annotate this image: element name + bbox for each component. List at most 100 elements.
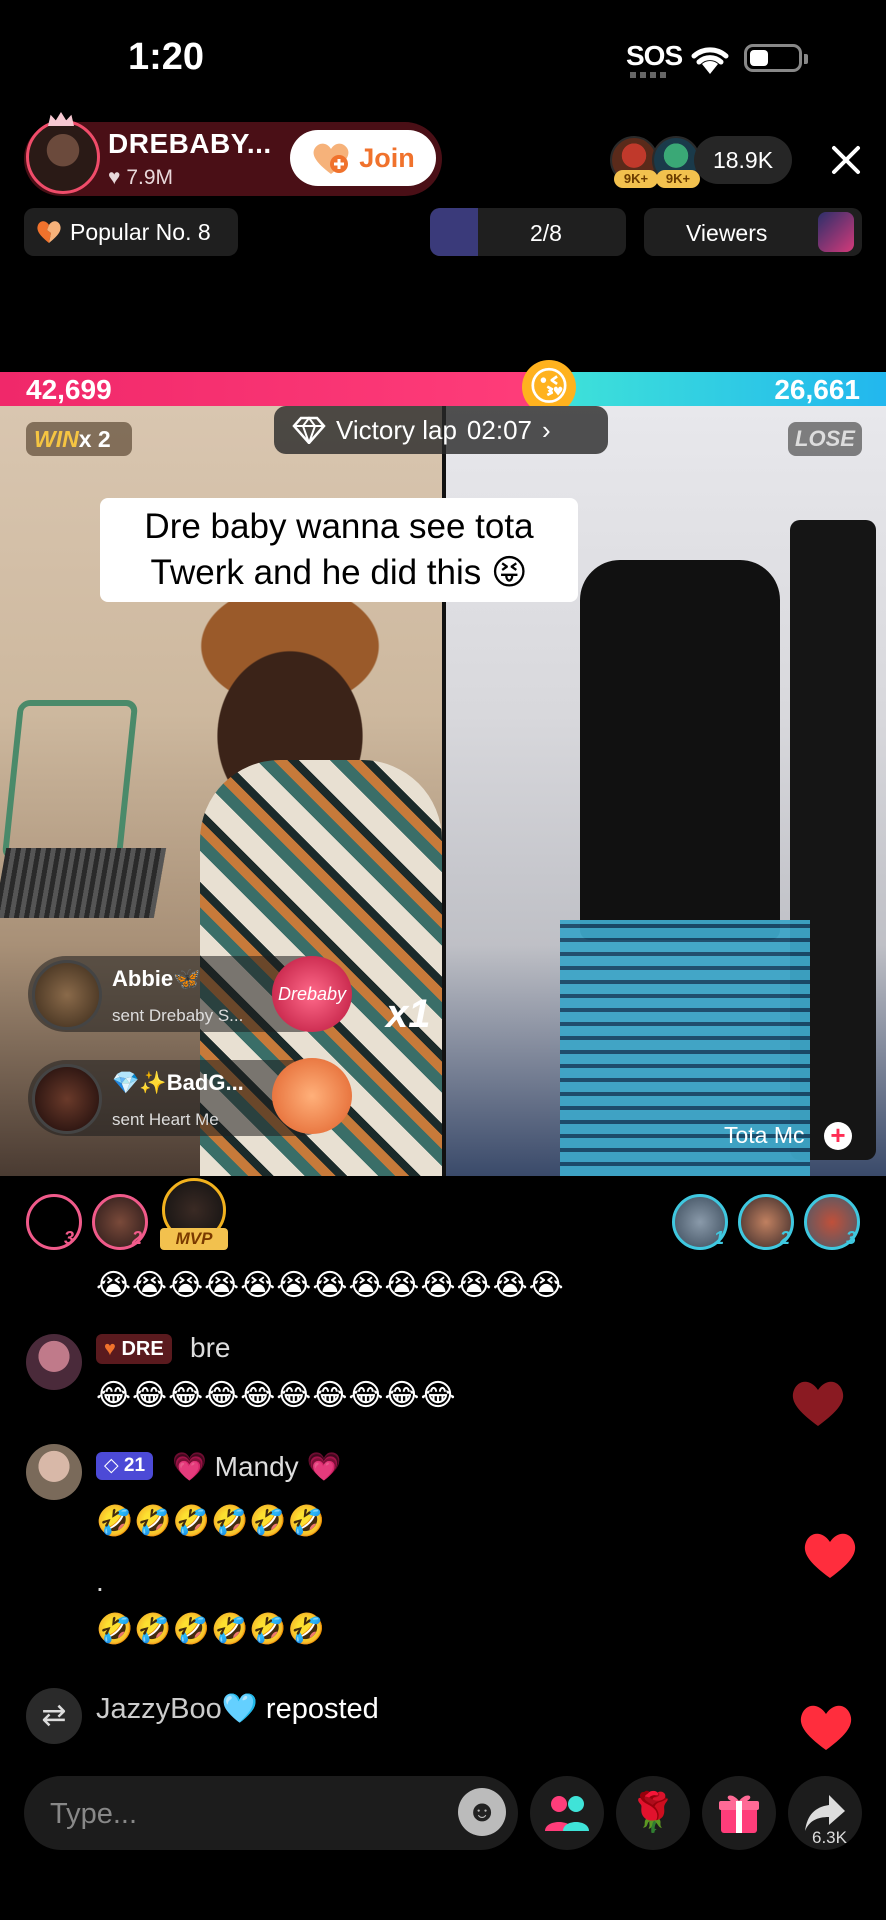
comment-dot: . (96, 1566, 104, 1597)
diamond-icon (292, 416, 326, 444)
battery-tip (804, 54, 808, 64)
floating-heart-icon (792, 1381, 844, 1426)
follow-plus-icon[interactable]: + (824, 1122, 852, 1150)
gift-button[interactable] (702, 1776, 776, 1850)
gift-message-2: sent Heart Me (112, 1110, 219, 1129)
repost-icon: ⇄ (26, 1688, 82, 1744)
host-avatar[interactable] (26, 120, 100, 194)
emoji-icon[interactable]: ☻ (458, 1788, 506, 1836)
gift-sender-avatar-2[interactable] (32, 1064, 102, 1134)
win-count: x 2 (78, 426, 111, 452)
gift-sender-name-2: 💎✨BadG... (112, 1070, 244, 1095)
chair-decor (1, 700, 139, 860)
repost-action: reposted (265, 1693, 379, 1725)
viewers-pill[interactable]: Viewers (644, 208, 862, 256)
commenter-avatar-bre[interactable] (26, 1334, 82, 1390)
viewer-count[interactable]: 18.9K (694, 136, 792, 184)
opponent-tank-decor (580, 560, 780, 940)
mvp-badge: MVP (160, 1228, 228, 1250)
rose-icon: 🌹 (629, 1792, 677, 1834)
battle-left-bar: 42,699 (0, 372, 549, 406)
viewer-badge-1: 9K+ (614, 170, 658, 188)
people-button[interactable] (530, 1776, 604, 1850)
comment-message-bre: 😂😂😂😂😂😂😂😂😂😂 (96, 1379, 457, 1412)
gift-message-1: sent Drebaby S... (112, 1006, 244, 1025)
host-likes: ♥ 7.9M (108, 166, 173, 190)
battle-right-bar: 26,661 (549, 372, 886, 406)
ranking-pill[interactable]: 2/8 (430, 208, 626, 256)
victory-timer: 02:07 (466, 414, 532, 445)
commenter-name-mandy[interactable]: 💗 Mandy 💗 (172, 1450, 341, 1483)
host-likes-count: 7.9M (126, 166, 173, 189)
signal-dots (630, 72, 670, 78)
gift-sender-name-1: Abbie🦋 (112, 966, 201, 991)
viewer-badge-2: 9K+ (656, 170, 700, 188)
share-count: 6.3K (812, 1828, 847, 1847)
level-tag: ◇ 21 (96, 1452, 154, 1480)
comment-input[interactable]: Type... ☻ (24, 1776, 518, 1850)
lose-badge: LOSE (788, 422, 862, 456)
top-viewer-avatar-2[interactable]: 9K+ (652, 136, 700, 188)
sos-indicator: SOS (626, 40, 683, 71)
repost-user[interactable]: JazzyBoo🩵 (96, 1693, 258, 1725)
astronaut-icon (430, 208, 478, 256)
viewers-icon (818, 212, 854, 252)
heart-me-gift-icon (272, 1058, 352, 1134)
battery-icon (744, 44, 802, 72)
broken-heart-icon (37, 221, 61, 243)
left-score: 42,699 (26, 374, 112, 405)
crown-icon (48, 112, 74, 126)
share-icon (805, 1795, 845, 1831)
heart-icon: ♥ (108, 166, 127, 189)
ranking-label: 2/8 (530, 220, 562, 246)
viewers-label: Viewers (686, 220, 768, 246)
join-label: Join (359, 142, 415, 173)
chevron-right-icon: › (542, 414, 551, 445)
win-word: WIN (34, 426, 79, 452)
opponent-gifter-rank-3: 3 (846, 1228, 857, 1248)
video-caption: Dre baby wanna see tota Twerk and he did… (100, 498, 578, 602)
repost-notice: JazzyBoo🩵 reposted (96, 1692, 379, 1726)
right-score: 26,661 (774, 374, 860, 405)
fan-club-tag-label: DRE (121, 1338, 164, 1360)
diamond-icon: ◇ (104, 1455, 124, 1476)
gift-sender-avatar-1[interactable] (32, 960, 102, 1030)
caption-line-1: Dre baby wanna see tota (144, 507, 534, 546)
broken-heart-icon: ♥ (104, 1338, 122, 1360)
floating-heart-icon (800, 1705, 852, 1750)
status-time: 1:20 (128, 36, 205, 78)
fan-club-tag: ♥ DRE (96, 1334, 172, 1364)
people-icon (545, 1796, 589, 1831)
gift-multiplier: x1 (386, 992, 431, 1036)
gifter-rank-2: 2 (132, 1228, 143, 1248)
join-button[interactable]: Join (290, 130, 436, 186)
rose-button[interactable]: 🌹 (616, 1776, 690, 1850)
grill-decor (0, 848, 167, 918)
popular-label: Popular No. 8 (70, 218, 211, 245)
level-number: 21 (123, 1455, 146, 1476)
host-name[interactable]: DREBABY... (108, 128, 272, 160)
victory-label: Victory lap (336, 414, 457, 445)
fan-club-heart-icon (311, 140, 351, 176)
caption-line-2: Twerk and he did this 😝 (150, 553, 528, 592)
close-icon[interactable] (826, 140, 866, 180)
wifi-icon (691, 47, 729, 74)
victory-lap-pill[interactable]: Victory lap 02:07 › (274, 406, 608, 454)
comment-emoji-line-top: 😭😭😭😭😭😭😭😭😭😭😭😭😭 (96, 1269, 565, 1302)
popular-rank-pill[interactable]: Popular No. 8 (24, 208, 238, 256)
floating-heart-icon (804, 1533, 856, 1578)
battle-score-bar: 42,699 26,661 (0, 372, 886, 406)
win-badge: WINx 2 (26, 422, 132, 456)
gifter-rank-3: 3 (64, 1228, 75, 1248)
commenter-name-bre[interactable]: bre (190, 1332, 230, 1364)
opponent-gifter-rank-2: 2 (780, 1228, 791, 1248)
top-viewer-avatar-1[interactable]: 9K+ (610, 136, 658, 188)
drebaby-gift-icon: Drebaby (272, 956, 352, 1032)
commenter-avatar-mandy[interactable] (26, 1444, 82, 1500)
opponent-gifter-rank-1: 1 (714, 1228, 725, 1248)
comment-placeholder: Type... (50, 1798, 138, 1830)
gift-icon (719, 1795, 759, 1833)
comment-message-mandy-1: 🤣🤣🤣🤣🤣🤣 (96, 1505, 327, 1538)
comment-message-mandy-2: 🤣🤣🤣🤣🤣🤣 (96, 1613, 327, 1646)
opponent-name[interactable]: Tota Mc (724, 1122, 805, 1149)
